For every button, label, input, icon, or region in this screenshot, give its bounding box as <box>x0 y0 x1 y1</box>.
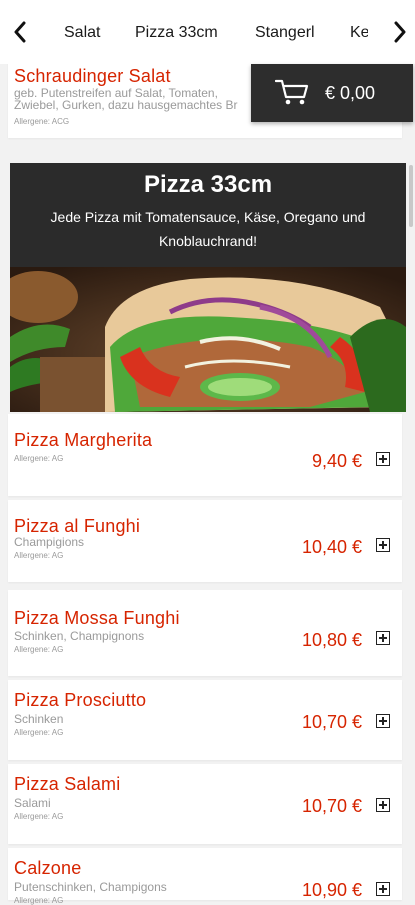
item-description: Schinken, Champignons <box>14 629 145 643</box>
item-name: Pizza al Funghi <box>14 516 141 536</box>
item-price: 10,70 € <box>301 712 362 732</box>
menu-item-card[interactable]: Pizza Mossa Funghi Schinken, Champignons… <box>8 590 402 676</box>
item-price: 10,90 € <box>301 880 362 900</box>
cart-icon <box>274 78 309 111</box>
menu-item-card[interactable]: Pizza Prosciutto Schinken Allergene: AG … <box>8 680 402 760</box>
menu-item-card[interactable]: Calzone Putenschinken, Champigons Allerg… <box>8 848 402 905</box>
menu-item-card[interactable]: Pizza al Funghi Champigions Allergene: A… <box>8 500 402 582</box>
item-description: Champigions <box>14 535 85 549</box>
item-description: Salami <box>14 796 51 810</box>
category-subtitle: Jede Pizza mit Tomatensauce, Käse, Orega… <box>50 209 366 249</box>
add-to-cart-button[interactable] <box>376 714 390 728</box>
item-price: 9,40 € <box>311 451 362 471</box>
tab-next-category[interactable]: Ke <box>350 24 368 42</box>
scrollbar-thumb[interactable] <box>409 165 413 227</box>
add-to-cart-button[interactable] <box>376 882 390 896</box>
item-name: Calzone <box>14 858 82 878</box>
item-name: Schraudinger Salat <box>14 66 171 86</box>
category-image <box>10 267 406 412</box>
item-description: Putenschinken, Champigons <box>14 880 167 894</box>
item-name: Pizza Prosciutto <box>14 690 147 710</box>
item-allergens: Allergene: AG <box>14 812 64 821</box>
item-price: 10,80 € <box>301 630 362 650</box>
chevron-left-icon[interactable] <box>8 18 32 46</box>
item-price: 10,40 € <box>301 537 362 557</box>
item-name: Pizza Margherita <box>14 430 153 450</box>
tab-salat[interactable]: Salat <box>64 24 100 42</box>
add-to-cart-button[interactable] <box>376 798 390 812</box>
menu-item-card[interactable]: Pizza Salami Salami Allergene: AG 10,70 … <box>8 764 402 844</box>
item-allergens: Allergene: AG <box>14 645 64 654</box>
category-nav: Salat Pizza 33cm Stangerl Ke <box>0 0 415 64</box>
add-to-cart-button[interactable] <box>376 538 390 552</box>
tab-stangerl[interactable]: Stangerl <box>255 24 315 42</box>
category-header: Pizza 33cm Jede Pizza mit Tomatensauce, … <box>10 163 406 267</box>
item-allergens: Allergene: AG <box>14 896 64 905</box>
item-allergens: Allergene: AG <box>14 551 64 560</box>
item-description: Schinken <box>14 712 64 726</box>
item-allergens: Allergene: AG <box>14 454 64 463</box>
item-allergens: Allergene: ACG <box>14 117 70 126</box>
cart-button[interactable]: € 0,00 <box>251 64 413 122</box>
add-to-cart-button[interactable] <box>376 631 390 645</box>
tab-pizza-33cm[interactable]: Pizza 33cm <box>135 24 218 42</box>
category-title: Pizza 33cm <box>143 171 273 198</box>
item-name: Pizza Salami <box>14 774 121 794</box>
chevron-right-icon[interactable] <box>388 18 412 46</box>
item-name: Pizza Mossa Funghi <box>14 608 180 628</box>
menu-item-card[interactable]: Pizza Margherita Allergene: AG 9,40 € <box>8 414 402 496</box>
item-price: 10,70 € <box>301 796 362 816</box>
add-to-cart-button[interactable] <box>376 452 390 466</box>
item-allergens: Allergene: AG <box>14 728 64 737</box>
category-tabs: Salat Pizza 33cm Stangerl Ke <box>44 0 368 64</box>
cart-total: € 0,00 <box>325 83 376 103</box>
item-description: geb. Putenstreifen auf Salat, Tomaten, Z… <box>14 87 238 112</box>
